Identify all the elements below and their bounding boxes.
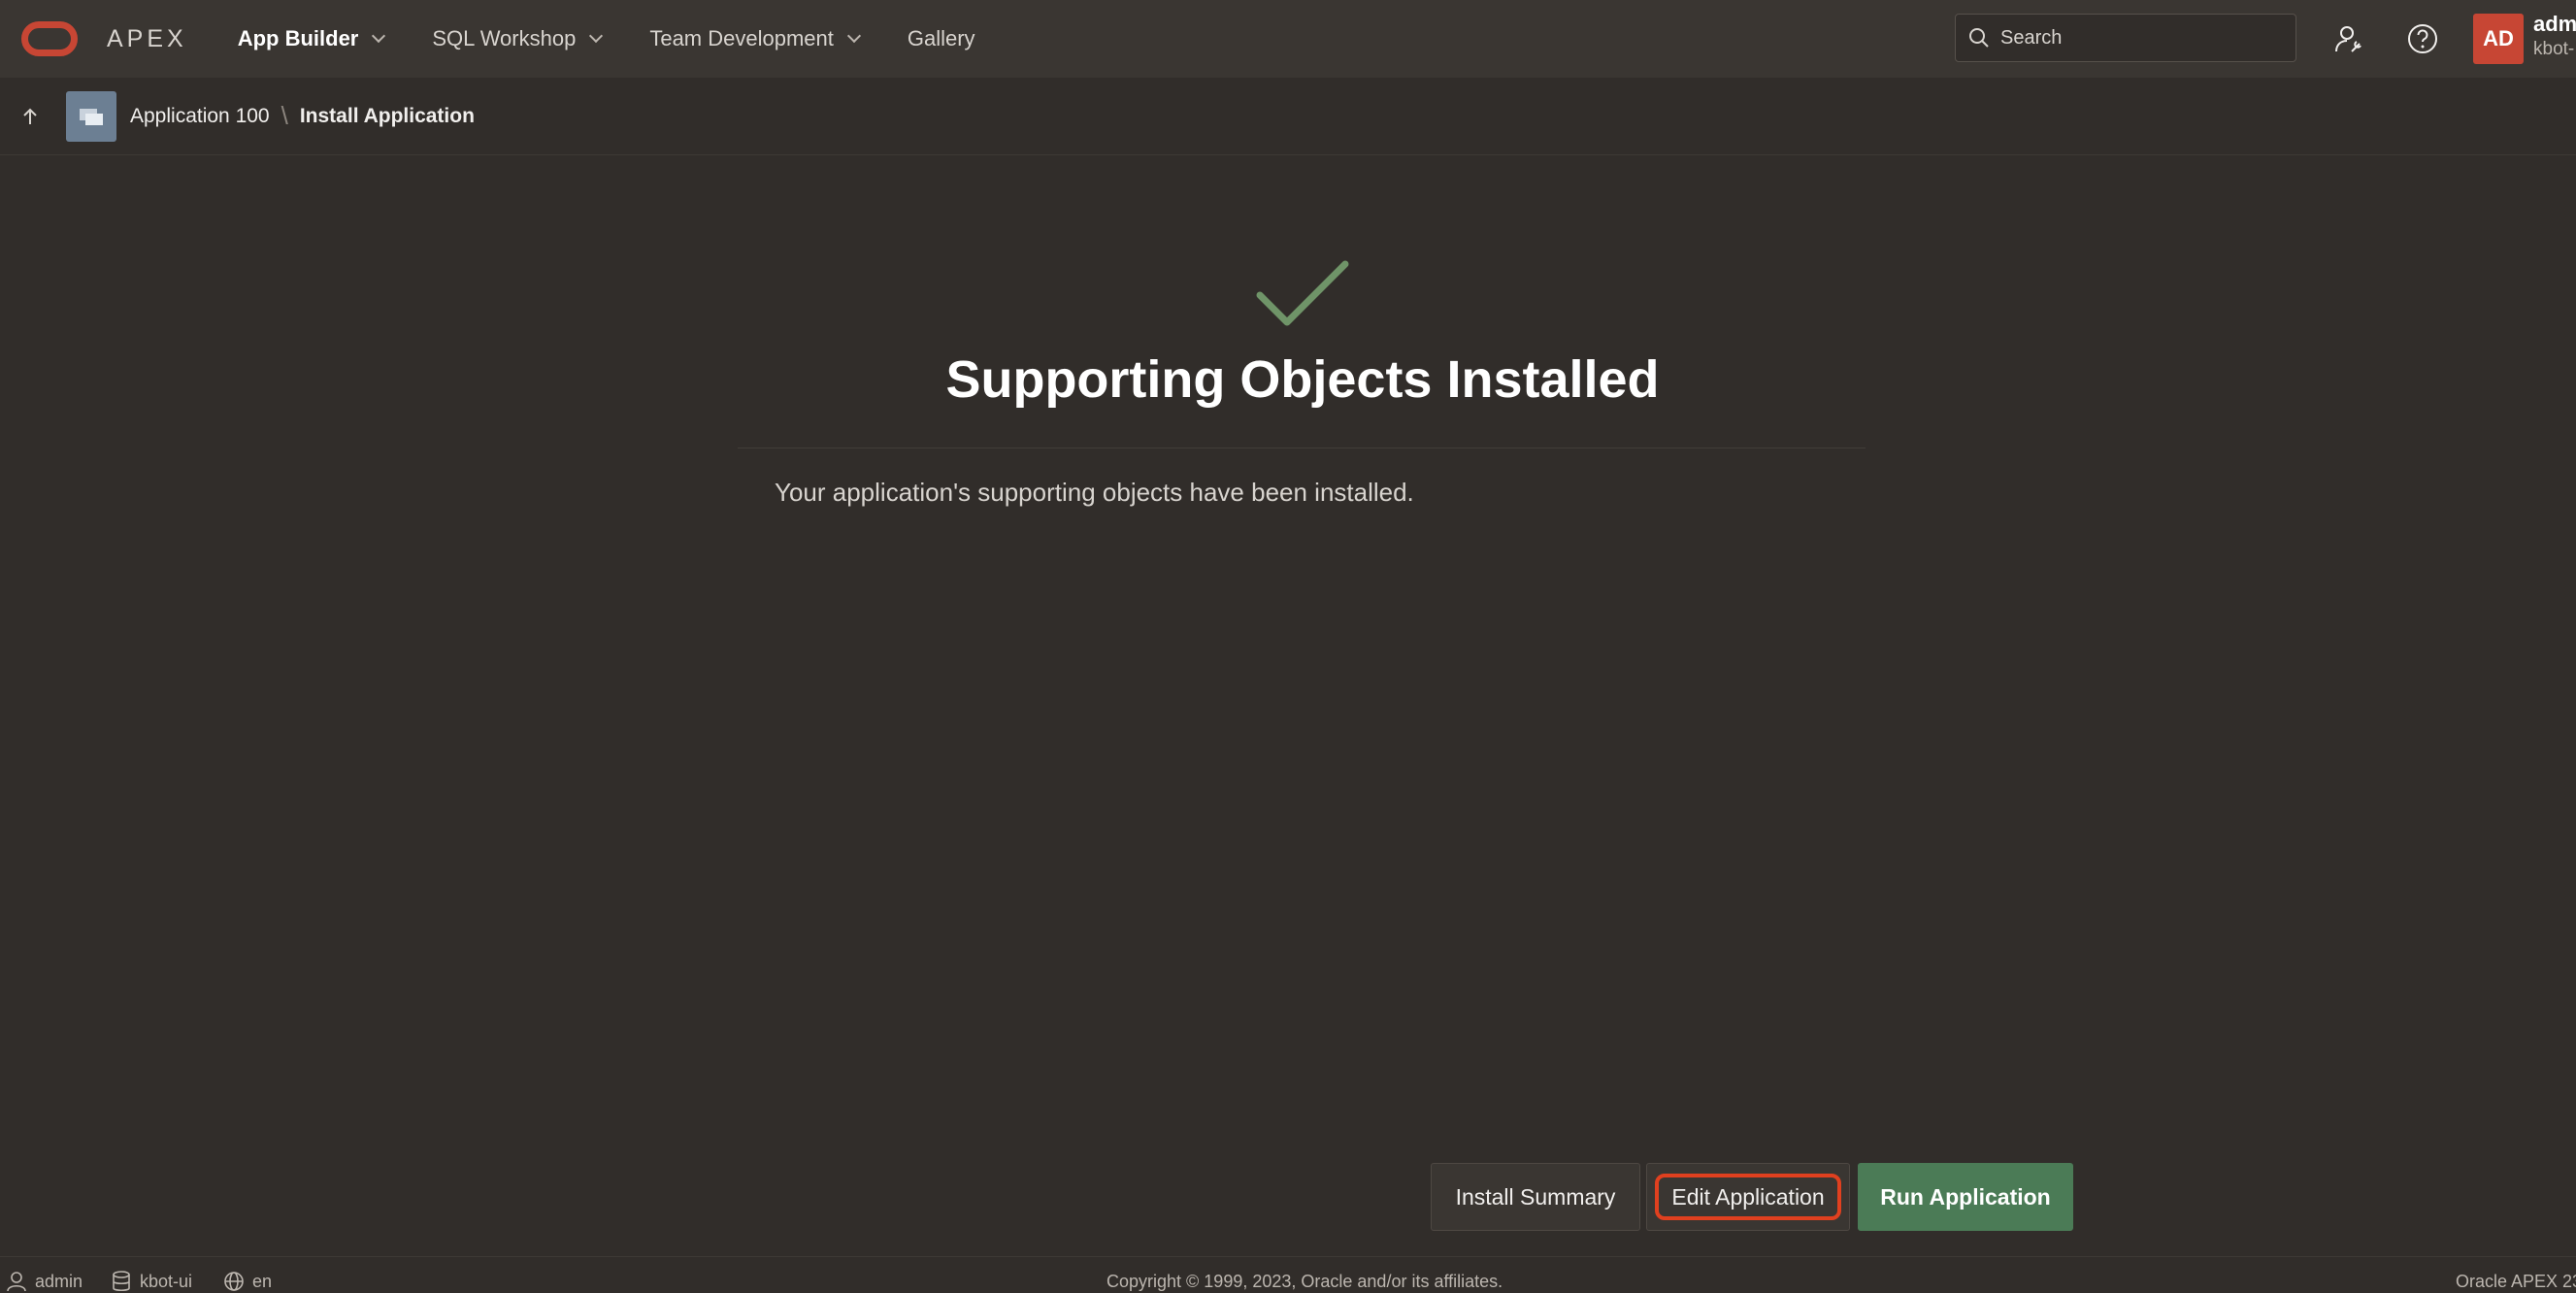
nav-gallery[interactable]: Gallery — [908, 0, 975, 78]
nav-sql-workshop-label: SQL Workshop — [432, 26, 577, 50]
oracle-logo-icon — [21, 21, 78, 56]
footer-user[interactable]: admin — [6, 1271, 83, 1292]
run-application-button[interactable]: Run Application — [1858, 1163, 2073, 1231]
footer-language-label: en — [252, 1271, 273, 1291]
version: Oracle APEX 23 — [2456, 1272, 2576, 1291]
search-input[interactable] — [2000, 26, 2282, 50]
help-icon[interactable] — [2403, 19, 2442, 58]
install-summary-button[interactable]: Install Summary — [1431, 1163, 1640, 1231]
breadcrumb: Application 100 \ Install Application — [0, 78, 2576, 155]
footer: admin kbot-ui en Copyright © 1999, 2023,… — [0, 1256, 2576, 1293]
user-avatar[interactable]: AD — [2473, 14, 2524, 64]
search-box[interactable] — [1955, 14, 2296, 62]
breadcrumb-current: Install Application — [299, 104, 475, 127]
nav-app-builder-label: App Builder — [237, 26, 359, 50]
chevron-down-icon — [372, 28, 386, 44]
edit-application-label: Edit Application — [1671, 1183, 1825, 1210]
admin-tools-icon[interactable] — [2329, 19, 2368, 58]
page-title: Supporting Objects Installed — [945, 350, 1660, 409]
footer-user-label: admin — [35, 1271, 83, 1291]
application-icon[interactable] — [66, 90, 116, 142]
nav-team-development[interactable]: Team Development — [649, 0, 861, 78]
brand[interactable]: APEX — [21, 0, 187, 78]
edit-application-button[interactable]: Edit Application — [1646, 1163, 1850, 1231]
checkmark-icon — [1256, 260, 1349, 326]
nav-sql-workshop[interactable]: SQL Workshop — [432, 0, 604, 78]
status-message: Your application's supporting objects ha… — [775, 478, 1414, 507]
copyright: Copyright © 1999, 2023, Oracle and/or it… — [1106, 1272, 1503, 1291]
search-icon — [1969, 28, 1989, 48]
nav-team-development-label: Team Development — [649, 26, 834, 50]
nav-app-builder[interactable]: App Builder — [237, 0, 386, 78]
top-header: APEX App Builder SQL Workshop Team Devel… — [0, 0, 2576, 78]
globe-icon — [224, 1272, 244, 1291]
footer-language[interactable]: en — [223, 1271, 272, 1292]
user-name[interactable]: admi — [2533, 12, 2576, 37]
database-icon — [113, 1271, 130, 1292]
footer-workspace-label: kbot-ui — [140, 1271, 193, 1291]
footer-workspace[interactable]: kbot-ui — [111, 1271, 192, 1292]
product-name: APEX — [107, 24, 187, 52]
main-nav: App Builder SQL Workshop Team Developmen… — [238, 0, 1024, 78]
breadcrumb-separator: \ — [281, 101, 288, 130]
user-icon — [7, 1272, 26, 1292]
chevron-down-icon — [589, 28, 604, 44]
nav-gallery-label: Gallery — [907, 26, 975, 50]
chevron-down-icon — [846, 28, 861, 44]
arrow-up-icon[interactable] — [19, 106, 41, 127]
breadcrumb-application[interactable]: Application 100 — [130, 105, 270, 128]
user-workspace: kbot- — [2533, 39, 2575, 59]
